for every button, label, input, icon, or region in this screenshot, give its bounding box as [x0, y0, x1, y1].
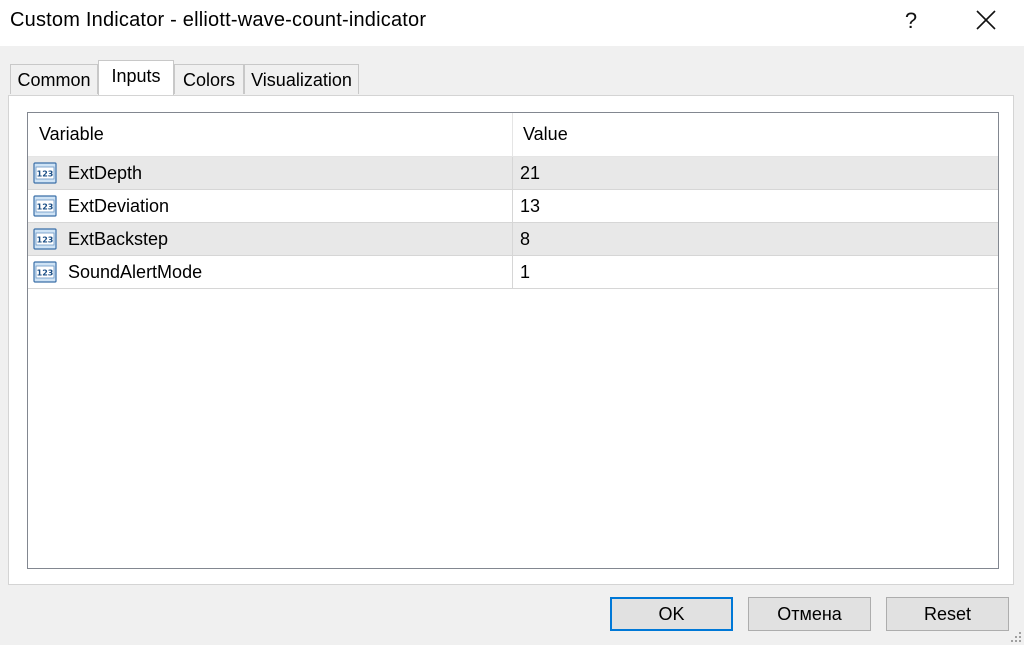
- variable-cell[interactable]: 123 ExtDeviation: [28, 190, 513, 223]
- ok-button[interactable]: OK: [610, 597, 733, 631]
- tab-inputs[interactable]: Inputs: [98, 60, 174, 95]
- indicator-dialog: Custom Indicator - elliott-wave-count-in…: [0, 0, 1024, 645]
- svg-text:123: 123: [37, 203, 54, 212]
- close-icon: [976, 10, 996, 30]
- list-rows: 123 ExtDepth 21 123 ExtDeviation 13 123 …: [28, 157, 998, 289]
- svg-text:123: 123: [37, 236, 54, 245]
- tab-common[interactable]: Common: [10, 64, 98, 94]
- svg-text:123: 123: [37, 269, 54, 278]
- table-row[interactable]: 123 SoundAlertMode 1: [28, 256, 998, 289]
- reset-button[interactable]: Reset: [886, 597, 1009, 631]
- table-row[interactable]: 123 ExtDeviation 13: [28, 190, 998, 223]
- tab-strip: Common Inputs Colors Visualization: [10, 60, 1014, 96]
- variable-name: SoundAlertMode: [68, 262, 203, 282]
- svg-text:123: 123: [37, 170, 54, 179]
- tab-colors[interactable]: Colors: [174, 64, 244, 94]
- list-header: Variable Value: [28, 113, 998, 157]
- table-row[interactable]: 123 ExtDepth 21: [28, 157, 998, 190]
- value-cell[interactable]: 1: [513, 256, 998, 289]
- variable-name: ExtDepth: [68, 163, 143, 183]
- close-button[interactable]: [969, 6, 1003, 36]
- inputs-list[interactable]: Variable Value 123 ExtDepth 21 123 ExtDe…: [27, 112, 999, 569]
- column-header-variable[interactable]: Variable: [28, 113, 513, 156]
- value-cell[interactable]: 21: [513, 157, 998, 190]
- variable-cell[interactable]: 123 SoundAlertMode: [28, 256, 513, 289]
- variable-name: ExtBackstep: [68, 229, 169, 249]
- integer-type-icon: 123: [33, 261, 57, 283]
- integer-type-icon: 123: [33, 162, 57, 184]
- table-row[interactable]: 123 ExtBackstep 8: [28, 223, 998, 256]
- value-cell[interactable]: 8: [513, 223, 998, 256]
- inputs-panel: Variable Value 123 ExtDepth 21 123 ExtDe…: [8, 95, 1014, 585]
- integer-type-icon: 123: [33, 228, 57, 250]
- title-bar: Custom Indicator - elliott-wave-count-in…: [0, 0, 1024, 46]
- integer-type-icon: 123: [33, 195, 57, 217]
- column-header-value[interactable]: Value: [513, 113, 998, 156]
- help-button[interactable]: ?: [896, 6, 926, 36]
- resize-grip-icon[interactable]: [1010, 631, 1022, 643]
- tab-visualization[interactable]: Visualization: [244, 64, 359, 94]
- variable-name: ExtDeviation: [68, 196, 170, 216]
- cancel-button[interactable]: Отмена: [748, 597, 871, 631]
- variable-cell[interactable]: 123 ExtDepth: [28, 157, 513, 190]
- window-title: Custom Indicator - elliott-wave-count-in…: [10, 9, 427, 31]
- variable-cell[interactable]: 123 ExtBackstep: [28, 223, 513, 256]
- value-cell[interactable]: 13: [513, 190, 998, 223]
